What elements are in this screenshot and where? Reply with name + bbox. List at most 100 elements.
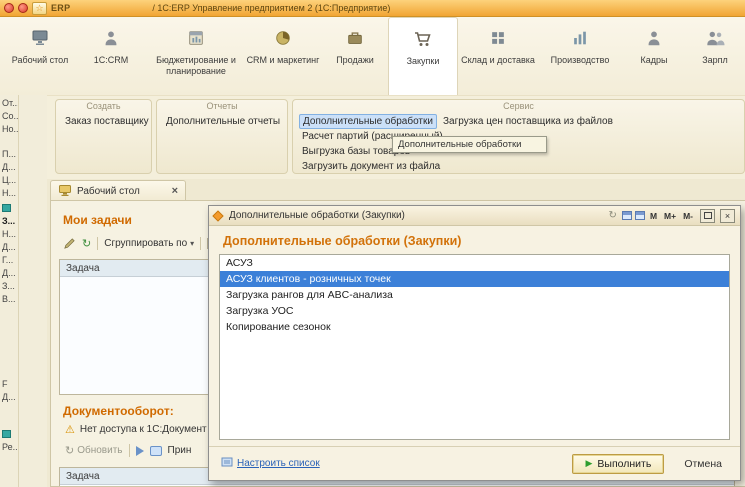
refresh-icon: ↻ <box>65 445 75 457</box>
desktop-icon <box>29 28 51 48</box>
person-icon <box>100 28 122 48</box>
sidebar-item[interactable]: Д... <box>0 161 18 174</box>
ribbon-tab-desktop[interactable]: Рабочий стол <box>6 17 74 95</box>
scale-minus-button[interactable]: М- <box>681 211 695 221</box>
configure-list-link[interactable]: Настроить список <box>237 458 320 469</box>
sidebar-item[interactable]: Д... <box>0 391 18 404</box>
dialog-title: Дополнительные обработки (Закупки) <box>229 210 405 221</box>
toolbar-separator <box>128 444 130 457</box>
refresh-button[interactable]: ↻ Обновить <box>65 444 123 457</box>
ribbon-tab-payroll[interactable]: Зарпл <box>686 17 744 95</box>
ribbon-tab-label: Склад и доставка <box>461 55 535 65</box>
ribbon-tab-label: Рабочий стол <box>11 55 69 65</box>
bar-chart-icon <box>569 28 591 48</box>
sidebar-item[interactable]: Н... <box>0 228 18 241</box>
sidebar-item[interactable]: Но... <box>0 123 18 136</box>
ribbon-tab-label: Продажи <box>336 55 374 65</box>
maximize-icon <box>703 212 712 219</box>
group-by-button[interactable]: Сгруппировать по ▾ <box>104 238 194 249</box>
sidebar-item[interactable]: Со... <box>0 110 18 123</box>
workspace-tab-desktop[interactable]: Рабочий стол × <box>50 180 186 201</box>
dialog-titlebar[interactable]: Дополнительные обработки (Закупки) ↻ М М… <box>209 206 740 226</box>
section-marker-icon <box>2 204 11 212</box>
window-mode-icon[interactable] <box>621 211 632 220</box>
ribbon-tab-label: 1С:CRM <box>93 55 129 65</box>
sidebar-item[interactable]: В... <box>0 293 18 306</box>
docflow-title: Документооборот: <box>63 404 174 418</box>
sidebar-item[interactable]: Н... <box>0 187 18 200</box>
list-item[interactable]: АСУЗ <box>220 255 729 271</box>
pie-chart-icon <box>272 28 294 48</box>
ribbon-tab-crm-marketing[interactable]: CRM и маркетинг <box>244 17 322 95</box>
list-item-selected[interactable]: АСУЗ клиентов - розничных точек <box>220 271 729 287</box>
ribbon-tab-sales[interactable]: Продажи <box>322 17 388 95</box>
toolbar-separator <box>97 237 99 250</box>
cancel-button[interactable]: Отмена <box>678 455 728 473</box>
sidebar: От... Со... Но... П... Д... Ц... Н... З.… <box>0 92 47 487</box>
list-item[interactable]: Копирование сезонок <box>220 319 729 335</box>
sidebar-item[interactable]: П... <box>0 148 18 161</box>
sidebar-item[interactable]: F <box>0 378 18 391</box>
ribbon-tab-label: Производство <box>550 55 610 65</box>
chevron-down-icon: ▾ <box>190 239 195 248</box>
ribbon-tab-purchases[interactable]: Закупки <box>388 17 458 95</box>
accept-button[interactable]: Прин <box>168 445 192 456</box>
ribbon-tab-label: CRM и маркетинг <box>246 55 320 65</box>
sidebar-item[interactable]: Ц... <box>0 174 18 187</box>
scale-button[interactable]: М <box>648 211 659 221</box>
briefcase-icon <box>344 28 366 48</box>
ribbon-tab-production[interactable]: Производство <box>538 17 622 95</box>
dialog-footer: Настроить список ▶ Выполнить Отмена <box>209 446 740 480</box>
window-mode-icon[interactable] <box>634 211 645 220</box>
person-icon <box>643 28 665 48</box>
ribbon-tab-warehouse[interactable]: Склад и доставка <box>458 17 538 95</box>
sidebar-item[interactable]: Д... <box>0 241 18 254</box>
sidebar-item[interactable]: От... <box>0 97 18 110</box>
menu-item-additional-reports[interactable]: Дополнительные отчеты <box>163 114 283 129</box>
processings-list: АСУЗ АСУЗ клиентов - розничных точек Заг… <box>219 254 730 440</box>
close-icon[interactable]: × <box>172 185 178 197</box>
sidebar-item[interactable]: З... <box>0 215 18 228</box>
warning-icon: ⚠ <box>65 424 75 436</box>
desktop-tab-icon <box>58 183 72 200</box>
close-icon: × <box>724 210 731 221</box>
menu-item-load-supplier-prices[interactable]: Загрузка цен поставщика из файлов <box>440 114 616 129</box>
cart-icon <box>412 29 434 49</box>
window-close-button[interactable] <box>4 3 14 13</box>
refresh-icon[interactable]: ↻ <box>82 237 91 250</box>
scale-plus-button[interactable]: М+ <box>662 211 678 221</box>
message-icon[interactable] <box>149 445 162 456</box>
run-button[interactable]: ▶ Выполнить <box>572 453 665 474</box>
play-icon: ▶ <box>585 458 593 468</box>
sidebar-column: От... Со... Но... П... Д... Ц... Н... З.… <box>0 92 19 487</box>
maximize-button[interactable] <box>700 208 715 223</box>
menu-item-supplier-order[interactable]: Заказ поставщику <box>62 114 149 129</box>
sidebar-item[interactable]: Г... <box>0 254 18 267</box>
forward-icon[interactable] <box>135 445 144 456</box>
ribbon-tab-label: Зарпл <box>702 55 728 65</box>
ribbon-tab-hr[interactable]: Кадры <box>622 17 686 95</box>
brand-label: ERP <box>51 3 71 13</box>
close-button[interactable]: × <box>720 208 735 223</box>
group-create: Создать Заказ поставщику <box>55 99 152 174</box>
menu-item-load-document-from-file[interactable]: Загрузить документ из файла <box>299 159 740 174</box>
sidebar-item[interactable]: Д... <box>0 267 18 280</box>
ribbon-tab-label: Кадры <box>640 55 668 65</box>
workspace-tab-label: Рабочий стол <box>77 185 140 197</box>
edit-icon[interactable] <box>63 237 76 250</box>
list-item[interactable]: Загрузка УОС <box>220 303 729 319</box>
my-tasks-title: Мои задачи <box>63 213 132 227</box>
sidebar-item[interactable]: Ре... <box>0 441 18 454</box>
refresh-icon[interactable]: ↻ <box>607 210 619 221</box>
group-title: Отчеты <box>206 101 238 111</box>
window-minimize-button[interactable] <box>18 3 28 13</box>
ribbon-tab-budgeting[interactable]: Бюджетирование и планирование <box>148 17 244 95</box>
application-window: ☆ ERP / 1С:ERP Управление предприятием 2… <box>0 0 745 487</box>
list-item[interactable]: Загрузка рангов для ABC-анализа <box>220 287 729 303</box>
group-title: Создать <box>86 101 121 111</box>
ribbon-tab-crm[interactable]: 1С:CRM <box>74 17 148 95</box>
sidebar-item[interactable]: З... <box>0 280 18 293</box>
favorites-star-icon[interactable]: ☆ <box>32 1 47 15</box>
dialog-heading: Дополнительные обработки (Закупки) <box>223 234 462 248</box>
titlebar: ☆ ERP / 1С:ERP Управление предприятием 2… <box>0 0 745 17</box>
